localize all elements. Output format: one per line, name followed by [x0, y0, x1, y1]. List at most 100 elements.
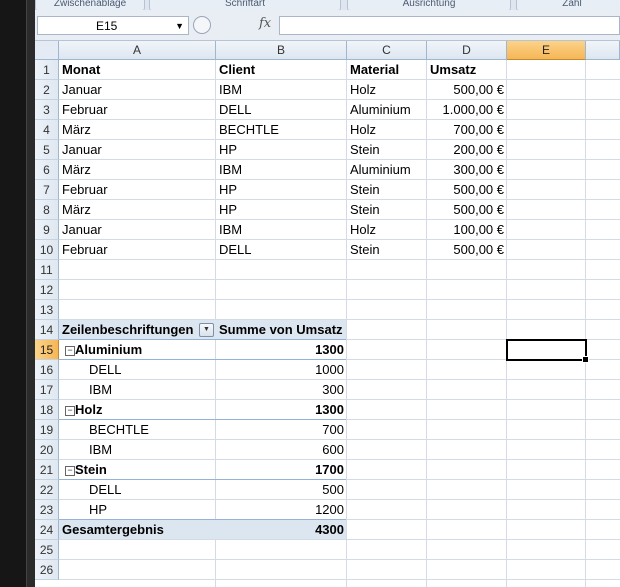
row-header[interactable]: 1: [35, 60, 59, 80]
row-header[interactable]: 2: [35, 80, 59, 100]
table-cell[interactable]: 200,00 €: [427, 140, 507, 160]
table-cell[interactable]: Holz: [347, 120, 427, 140]
row-header[interactable]: 16: [35, 360, 59, 380]
table-cell[interactable]: Holz: [347, 80, 427, 100]
table-cell[interactable]: Aluminium: [347, 160, 427, 180]
column-header[interactable]: [586, 41, 620, 60]
table-cell[interactable]: 300,00 €: [427, 160, 507, 180]
table-cell[interactable]: März: [59, 160, 216, 180]
row-header[interactable]: 3: [35, 100, 59, 120]
pivot-group-total[interactable]: 1300: [216, 340, 347, 360]
row-header[interactable]: 21: [35, 460, 59, 480]
pivot-grand-total-value[interactable]: 4300: [216, 520, 347, 540]
table-header-cell[interactable]: Client: [216, 60, 347, 80]
ribbon-group-zahl[interactable]: Zahl: [516, 0, 620, 10]
row-header[interactable]: 18: [35, 400, 59, 420]
table-cell[interactable]: 1.000,00 €: [427, 100, 507, 120]
table-cell[interactable]: Januar: [59, 140, 216, 160]
pivot-item-value[interactable]: 1200: [216, 500, 347, 520]
table-cell[interactable]: IBM: [216, 160, 347, 180]
pivot-header-label[interactable]: Zeilenbeschriftungen: [59, 320, 216, 340]
pivot-item-label[interactable]: IBM: [59, 440, 216, 460]
table-cell[interactable]: Aluminium: [347, 100, 427, 120]
ribbon-group-ausrichtung[interactable]: Ausrichtung: [347, 0, 511, 10]
select-all-corner[interactable]: [35, 41, 59, 60]
pivot-item-label[interactable]: HP: [59, 500, 216, 520]
table-header-cell[interactable]: Umsatz: [427, 60, 507, 80]
row-header[interactable]: 6: [35, 160, 59, 180]
table-cell[interactable]: Januar: [59, 220, 216, 240]
table-cell[interactable]: Holz: [347, 220, 427, 240]
row-header[interactable]: 7: [35, 180, 59, 200]
table-cell[interactable]: Februar: [59, 180, 216, 200]
table-cell[interactable]: HP: [216, 180, 347, 200]
formula-input[interactable]: [279, 16, 620, 35]
table-cell[interactable]: IBM: [216, 80, 347, 100]
row-header[interactable]: 22: [35, 480, 59, 500]
row-header[interactable]: 17: [35, 380, 59, 400]
row-header[interactable]: 19: [35, 420, 59, 440]
table-cell[interactable]: BECHTLE: [216, 120, 347, 140]
table-cell[interactable]: März: [59, 200, 216, 220]
table-cell[interactable]: DELL: [216, 240, 347, 260]
table-header-cell[interactable]: Monat: [59, 60, 216, 80]
pivot-header-value[interactable]: Summe von Umsatz: [216, 320, 347, 340]
pivot-item-value[interactable]: 500: [216, 480, 347, 500]
row-header[interactable]: 25: [35, 540, 59, 560]
fill-handle[interactable]: [582, 356, 589, 363]
pivot-group-label[interactable]: Aluminium: [59, 340, 216, 360]
column-header[interactable]: E: [507, 41, 586, 60]
cancel-circle-icon[interactable]: [193, 16, 211, 34]
row-header[interactable]: 15: [35, 340, 59, 360]
row-header[interactable]: 9: [35, 220, 59, 240]
pivot-item-label[interactable]: DELL: [59, 360, 216, 380]
pivot-item-label[interactable]: DELL: [59, 480, 216, 500]
table-cell[interactable]: 500,00 €: [427, 200, 507, 220]
row-header[interactable]: 13: [35, 300, 59, 320]
column-header[interactable]: D: [427, 41, 507, 60]
pivot-group-label[interactable]: Holz: [59, 400, 216, 420]
pivot-grand-total-label[interactable]: Gesamtergebnis: [59, 520, 216, 540]
table-cell[interactable]: 500,00 €: [427, 180, 507, 200]
row-header[interactable]: 12: [35, 280, 59, 300]
pivot-item-value[interactable]: 300: [216, 380, 347, 400]
column-header[interactable]: C: [347, 41, 427, 60]
filter-dropdown-icon[interactable]: ▼: [199, 323, 214, 337]
name-box[interactable]: E15 ▼: [37, 16, 189, 35]
ribbon-group-zwischenablage[interactable]: Zwischenablage: [35, 0, 145, 10]
table-cell[interactable]: DELL: [216, 100, 347, 120]
row-header[interactable]: 11: [35, 260, 59, 280]
row-header[interactable]: 20: [35, 440, 59, 460]
table-cell[interactable]: Stein: [347, 240, 427, 260]
column-header[interactable]: B: [216, 41, 347, 60]
pivot-item-label[interactable]: BECHTLE: [59, 420, 216, 440]
chevron-down-icon[interactable]: ▼: [175, 17, 184, 36]
row-header[interactable]: 4: [35, 120, 59, 140]
column-header[interactable]: A: [59, 41, 216, 60]
row-header[interactable]: 8: [35, 200, 59, 220]
function-icon[interactable]: fx: [259, 16, 271, 31]
spreadsheet-grid[interactable]: A B C D E 1 2 3 4 5 6 7 8 9 10 11 12 13 14 15 16 17 18 19 20 21 22…: [35, 41, 620, 587]
row-header[interactable]: 24: [35, 520, 59, 540]
pivot-item-label[interactable]: IBM: [59, 380, 216, 400]
active-cell-e15[interactable]: [506, 339, 589, 363]
table-cell[interactable]: Stein: [347, 200, 427, 220]
row-header[interactable]: 26: [35, 560, 59, 580]
ribbon-group-schriftart[interactable]: Schriftart: [149, 0, 341, 10]
table-cell[interactable]: 500,00 €: [427, 80, 507, 100]
table-cell[interactable]: März: [59, 120, 216, 140]
table-cell[interactable]: HP: [216, 140, 347, 160]
pivot-group-total[interactable]: 1300: [216, 400, 347, 420]
table-cell[interactable]: Februar: [59, 240, 216, 260]
pivot-group-total[interactable]: 1700: [216, 460, 347, 480]
table-cell[interactable]: Januar: [59, 80, 216, 100]
row-header[interactable]: 23: [35, 500, 59, 520]
table-cell[interactable]: 700,00 €: [427, 120, 507, 140]
table-cell[interactable]: Stein: [347, 140, 427, 160]
pivot-item-value[interactable]: 1000: [216, 360, 347, 380]
row-header[interactable]: 10: [35, 240, 59, 260]
table-cell[interactable]: HP: [216, 200, 347, 220]
row-header[interactable]: 14: [35, 320, 59, 340]
table-header-cell[interactable]: Material: [347, 60, 427, 80]
table-cell[interactable]: 100,00 €: [427, 220, 507, 240]
